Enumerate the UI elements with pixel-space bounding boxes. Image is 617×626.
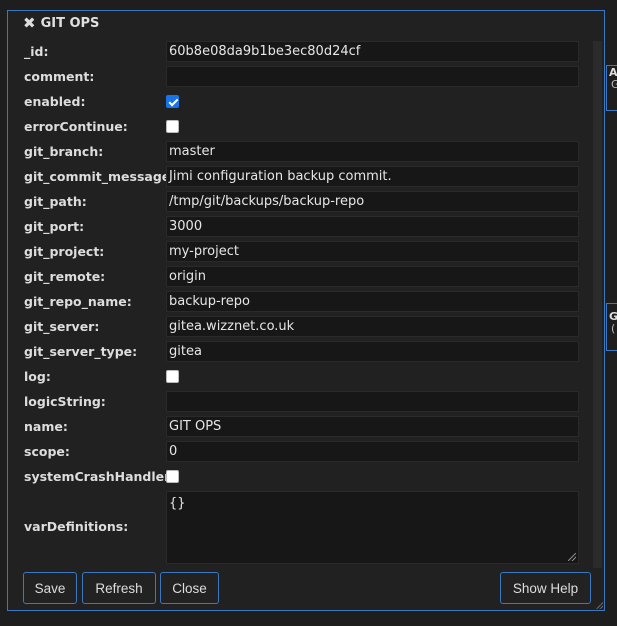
save-button[interactable]: Save (23, 572, 77, 604)
show-help-button[interactable]: Show Help (500, 572, 591, 604)
logicstring-input[interactable] (166, 391, 579, 412)
textarea-resize-grip[interactable] (568, 553, 576, 561)
property-label: git_server: (24, 319, 100, 334)
property-label: git_project: (24, 244, 105, 259)
property-row: varDefinitions: {} (17, 489, 603, 566)
property-row: git_server: gitea.wizznet.co.uk (17, 314, 603, 339)
property-label: git_commit_message: (24, 169, 176, 184)
property-label: _id: (24, 44, 49, 59)
log-checkbox[interactable] (166, 370, 179, 383)
property-label: enabled: (24, 94, 86, 109)
enabled-checkbox[interactable] (166, 95, 179, 108)
git-server-type-input[interactable]: gitea (166, 341, 579, 362)
refresh-button[interactable]: Refresh (82, 572, 156, 604)
property-label: errorContinue: (24, 119, 128, 134)
property-label: log: (24, 369, 51, 384)
git-server-input[interactable]: gitea.wizznet.co.uk (166, 316, 579, 337)
scope-input[interactable]: 0 (166, 441, 579, 462)
property-label: git_server_type: (24, 344, 138, 359)
property-label: git_port: (24, 219, 85, 234)
property-label: git_repo_name: (24, 294, 132, 309)
background-node-1[interactable]: AL G (606, 65, 617, 111)
property-row: scope: 0 (17, 439, 603, 464)
property-label: git_branch: (24, 144, 104, 159)
property-row: git_server_type: gitea (17, 339, 603, 364)
property-row: errorContinue: (17, 114, 603, 139)
errorcontinue-checkbox[interactable] (166, 120, 179, 133)
properties-dialog: ✖ GIT OPS _id: 60b8e08da9b1be3ec80d24cf co… (7, 10, 605, 611)
property-row: comment: (17, 64, 603, 89)
property-row: name: GIT OPS (17, 414, 603, 439)
property-row: log: (17, 364, 603, 389)
property-label: git_path: (24, 194, 87, 209)
name-input[interactable]: GIT OPS (166, 416, 579, 437)
git-commit-message-input[interactable]: Jimi configuration backup commit. (166, 166, 579, 187)
property-row: git_project: my-project (17, 239, 603, 264)
dialog-titlebar[interactable]: ✖ GIT OPS (8, 11, 604, 35)
property-label: systemCrashHandler: (24, 469, 176, 484)
background-node-2[interactable]: G ( (606, 303, 617, 351)
property-label: comment: (24, 69, 95, 84)
property-row: git_remote: origin (17, 264, 603, 289)
vardefinitions-textarea[interactable]: {} (166, 491, 579, 564)
property-row: git_commit_message: Jimi configuration ba… (17, 164, 603, 189)
property-label: scope: (24, 444, 70, 459)
property-label: name: (24, 419, 68, 434)
background-node-subtitle: G (611, 78, 617, 91)
close-button[interactable]: Close (160, 572, 219, 604)
comment-input[interactable] (166, 66, 579, 87)
property-row: systemCrashHandler: (17, 464, 603, 489)
vardefinitions-value: {} (169, 496, 186, 511)
property-row: git_port: 3000 (17, 214, 603, 239)
property-label: logicString: (24, 394, 106, 409)
property-label: git_remote: (24, 269, 106, 284)
properties-panel: _id: 60b8e08da9b1be3ec80d24cf comment: enab… (17, 39, 603, 568)
property-row: git_path: /tmp/git/backups/backup-repo (17, 189, 603, 214)
systemcrashhandler-checkbox[interactable] (166, 470, 179, 483)
git-repo-name-input[interactable]: backup-repo (166, 291, 579, 312)
property-row: git_branch: master (17, 139, 603, 164)
git-branch-input[interactable]: master (166, 141, 579, 162)
background-node-title: G (609, 310, 617, 323)
git-remote-input[interactable]: origin (166, 266, 579, 287)
id-input[interactable]: 60b8e08da9b1be3ec80d24cf (166, 41, 579, 62)
git-project-input[interactable]: my-project (166, 241, 579, 262)
git-port-input[interactable]: 3000 (166, 216, 579, 237)
property-row: logicString: (17, 389, 603, 414)
background-node-subtitle: ( (611, 322, 616, 335)
dialog-resize-grip[interactable] (596, 602, 603, 609)
close-icon[interactable]: ✖ (23, 14, 36, 32)
git-path-input[interactable]: /tmp/git/backups/backup-repo (166, 191, 579, 212)
properties-scrollbar[interactable] (593, 41, 602, 568)
property-row: git_repo_name: backup-repo (17, 289, 603, 314)
property-label: varDefinitions: (24, 519, 129, 534)
property-row: _id: 60b8e08da9b1be3ec80d24cf (17, 39, 603, 64)
property-row: enabled: (17, 89, 603, 114)
dialog-title: GIT OPS (40, 15, 100, 31)
